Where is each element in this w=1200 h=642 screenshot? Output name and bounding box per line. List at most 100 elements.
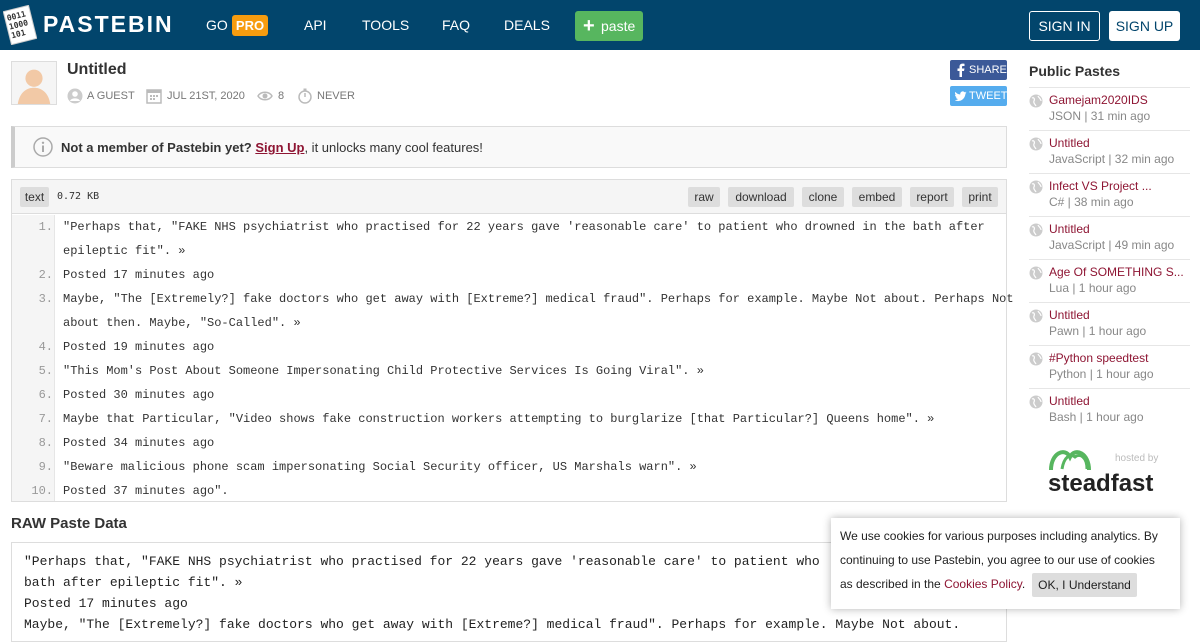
sign-in-button[interactable]: SIGN IN	[1029, 11, 1100, 41]
tweet-button[interactable]: TWEET	[950, 86, 1008, 106]
line-number: 5.	[38, 364, 53, 378]
raw-line: bath after epileptic fit". »	[24, 575, 243, 590]
line-number: 9.	[38, 460, 53, 474]
syntax-tag[interactable]: text	[20, 187, 49, 207]
line-content: Posted 34 minutes ago	[63, 436, 215, 450]
share-facebook-button[interactable]: SHARE	[950, 60, 1007, 80]
public-paste-meta: Pawn | 1 hour ago	[1049, 324, 1147, 338]
sidebar-divider	[1029, 345, 1190, 346]
line-content: about then. Maybe, "So-Called". »	[63, 316, 301, 330]
nav-api[interactable]: API	[304, 17, 327, 33]
nav-go[interactable]: GO	[206, 17, 228, 33]
sidebar-divider	[1029, 130, 1190, 131]
nav-faq[interactable]: FAQ	[442, 17, 470, 33]
raw-line: Posted 17 minutes ago	[24, 596, 188, 611]
guest-avatar	[11, 61, 57, 105]
line-content: "This Mom's Post About Someone Impersona…	[63, 364, 704, 378]
clone-button[interactable]: clone	[802, 187, 844, 207]
globe-icon	[1029, 266, 1043, 280]
public-paste-title[interactable]: Untitled	[1049, 308, 1090, 322]
new-paste-button[interactable]: + paste	[575, 11, 643, 41]
public-paste-meta: Bash | 1 hour ago	[1049, 410, 1144, 424]
line-content: epileptic fit". »	[63, 244, 186, 258]
download-button[interactable]: download	[728, 187, 794, 207]
public-paste-meta: JSON | 31 min ago	[1049, 109, 1151, 123]
plus-icon: +	[583, 15, 595, 37]
user-icon	[67, 88, 83, 104]
top-header: 0011 1000 101 PASTEBIN GO PRO API TOOLS …	[0, 0, 1200, 50]
line-content: Maybe, "The [Extremely?] fake doctors wh…	[63, 292, 1014, 306]
sidebar-divider	[1029, 87, 1190, 88]
host-name[interactable]: steadfast	[1048, 470, 1153, 498]
nav-tools[interactable]: TOOLS	[362, 17, 409, 33]
public-paste-meta: JavaScript | 49 min ago	[1049, 238, 1175, 252]
notice-signup-link[interactable]: Sign Up	[255, 140, 304, 155]
globe-icon	[1029, 352, 1043, 366]
sign-up-button[interactable]: SIGN UP	[1109, 11, 1180, 41]
line-content: Posted 17 minutes ago	[63, 268, 215, 282]
calendar-icon	[146, 89, 162, 104]
line-number: 10.	[31, 484, 53, 498]
steadfast-logo-icon[interactable]	[1048, 443, 1111, 473]
notice-rest-text: , it unlocks many cool features!	[304, 140, 483, 155]
print-button[interactable]: print	[962, 187, 998, 207]
facebook-icon	[957, 63, 965, 77]
cookie-banner: We use cookies for various purposes incl…	[831, 518, 1180, 609]
paste-date: JUL 21ST, 2020	[167, 90, 245, 102]
line-content: "Perhaps that, "FAKE NHS psychiatrist wh…	[63, 220, 985, 234]
public-paste-title[interactable]: Age Of SOMETHING S...	[1049, 265, 1184, 279]
pro-badge[interactable]: PRO	[232, 15, 268, 36]
line-number: 2.	[38, 268, 53, 282]
public-paste-title[interactable]: #Python speedtest	[1049, 351, 1148, 365]
paste-expire: NEVER	[317, 90, 355, 102]
notice-text: Not a member of Pastebin yet? Sign Up, i…	[61, 140, 483, 155]
raw-button[interactable]: raw	[688, 187, 720, 207]
line-number: 1.	[38, 220, 53, 234]
line-number: 8.	[38, 436, 53, 450]
globe-icon	[1029, 94, 1043, 108]
raw-data-title: RAW Paste Data	[11, 515, 127, 532]
public-pastes-title: Public Pastes	[1029, 63, 1121, 79]
public-paste-title[interactable]: Gamejam2020IDS	[1049, 93, 1148, 107]
paste-size: 0.72 KB	[57, 191, 100, 202]
paste-author[interactable]: A GUEST	[87, 89, 135, 103]
signup-notice: Not a member of Pastebin yet? Sign Up, i…	[11, 126, 1007, 168]
globe-icon	[1029, 309, 1043, 323]
public-paste-title[interactable]: Untitled	[1049, 136, 1090, 150]
logo-text[interactable]: PASTEBIN	[43, 11, 174, 38]
public-paste-meta: JavaScript | 32 min ago	[1049, 152, 1175, 166]
line-content: Maybe that Particular, "Video shows fake…	[63, 412, 935, 426]
line-content: Posted 19 minutes ago	[63, 340, 215, 354]
sidebar-divider	[1029, 173, 1190, 174]
line-content: Posted 30 minutes ago	[63, 388, 215, 402]
tweet-label: TWEET	[969, 90, 1008, 102]
public-paste-meta: C# | 38 min ago	[1049, 195, 1134, 209]
nav-deals[interactable]: DEALS	[504, 17, 550, 33]
public-paste-meta: Lua | 1 hour ago	[1049, 281, 1137, 295]
info-icon	[33, 137, 53, 157]
cookie-accept-button[interactable]: OK, I Understand	[1032, 573, 1137, 597]
globe-icon	[1029, 223, 1043, 237]
sidebar-divider	[1029, 259, 1190, 260]
code-toolbar: text 0.72 KB raw download clone embed re…	[12, 180, 1006, 214]
cookie-message-end: .	[1021, 577, 1026, 591]
report-button[interactable]: report	[910, 187, 954, 207]
pastebin-logo-icon[interactable]: 0011 1000 101	[3, 5, 37, 45]
globe-icon	[1029, 137, 1043, 151]
new-paste-label: paste	[601, 18, 636, 34]
sidebar-divider	[1029, 388, 1190, 389]
cookies-policy-link[interactable]: Cookies Policy	[944, 577, 1022, 591]
globe-icon	[1029, 395, 1043, 409]
line-number: 4.	[38, 340, 53, 354]
public-paste-title[interactable]: Infect VS Project ...	[1049, 179, 1152, 193]
public-paste-title[interactable]: Untitled	[1049, 394, 1090, 408]
sidebar-divider	[1029, 216, 1190, 217]
public-paste-title[interactable]: Untitled	[1049, 222, 1090, 236]
embed-button[interactable]: embed	[852, 187, 902, 207]
line-number: 3.	[38, 292, 53, 306]
twitter-icon	[955, 91, 967, 102]
globe-icon	[1029, 180, 1043, 194]
hosted-by-label: hosted by	[1115, 453, 1159, 464]
raw-line: Maybe, "The [Extremely?] fake doctors wh…	[24, 617, 961, 632]
share-label: SHARE	[969, 64, 1007, 76]
